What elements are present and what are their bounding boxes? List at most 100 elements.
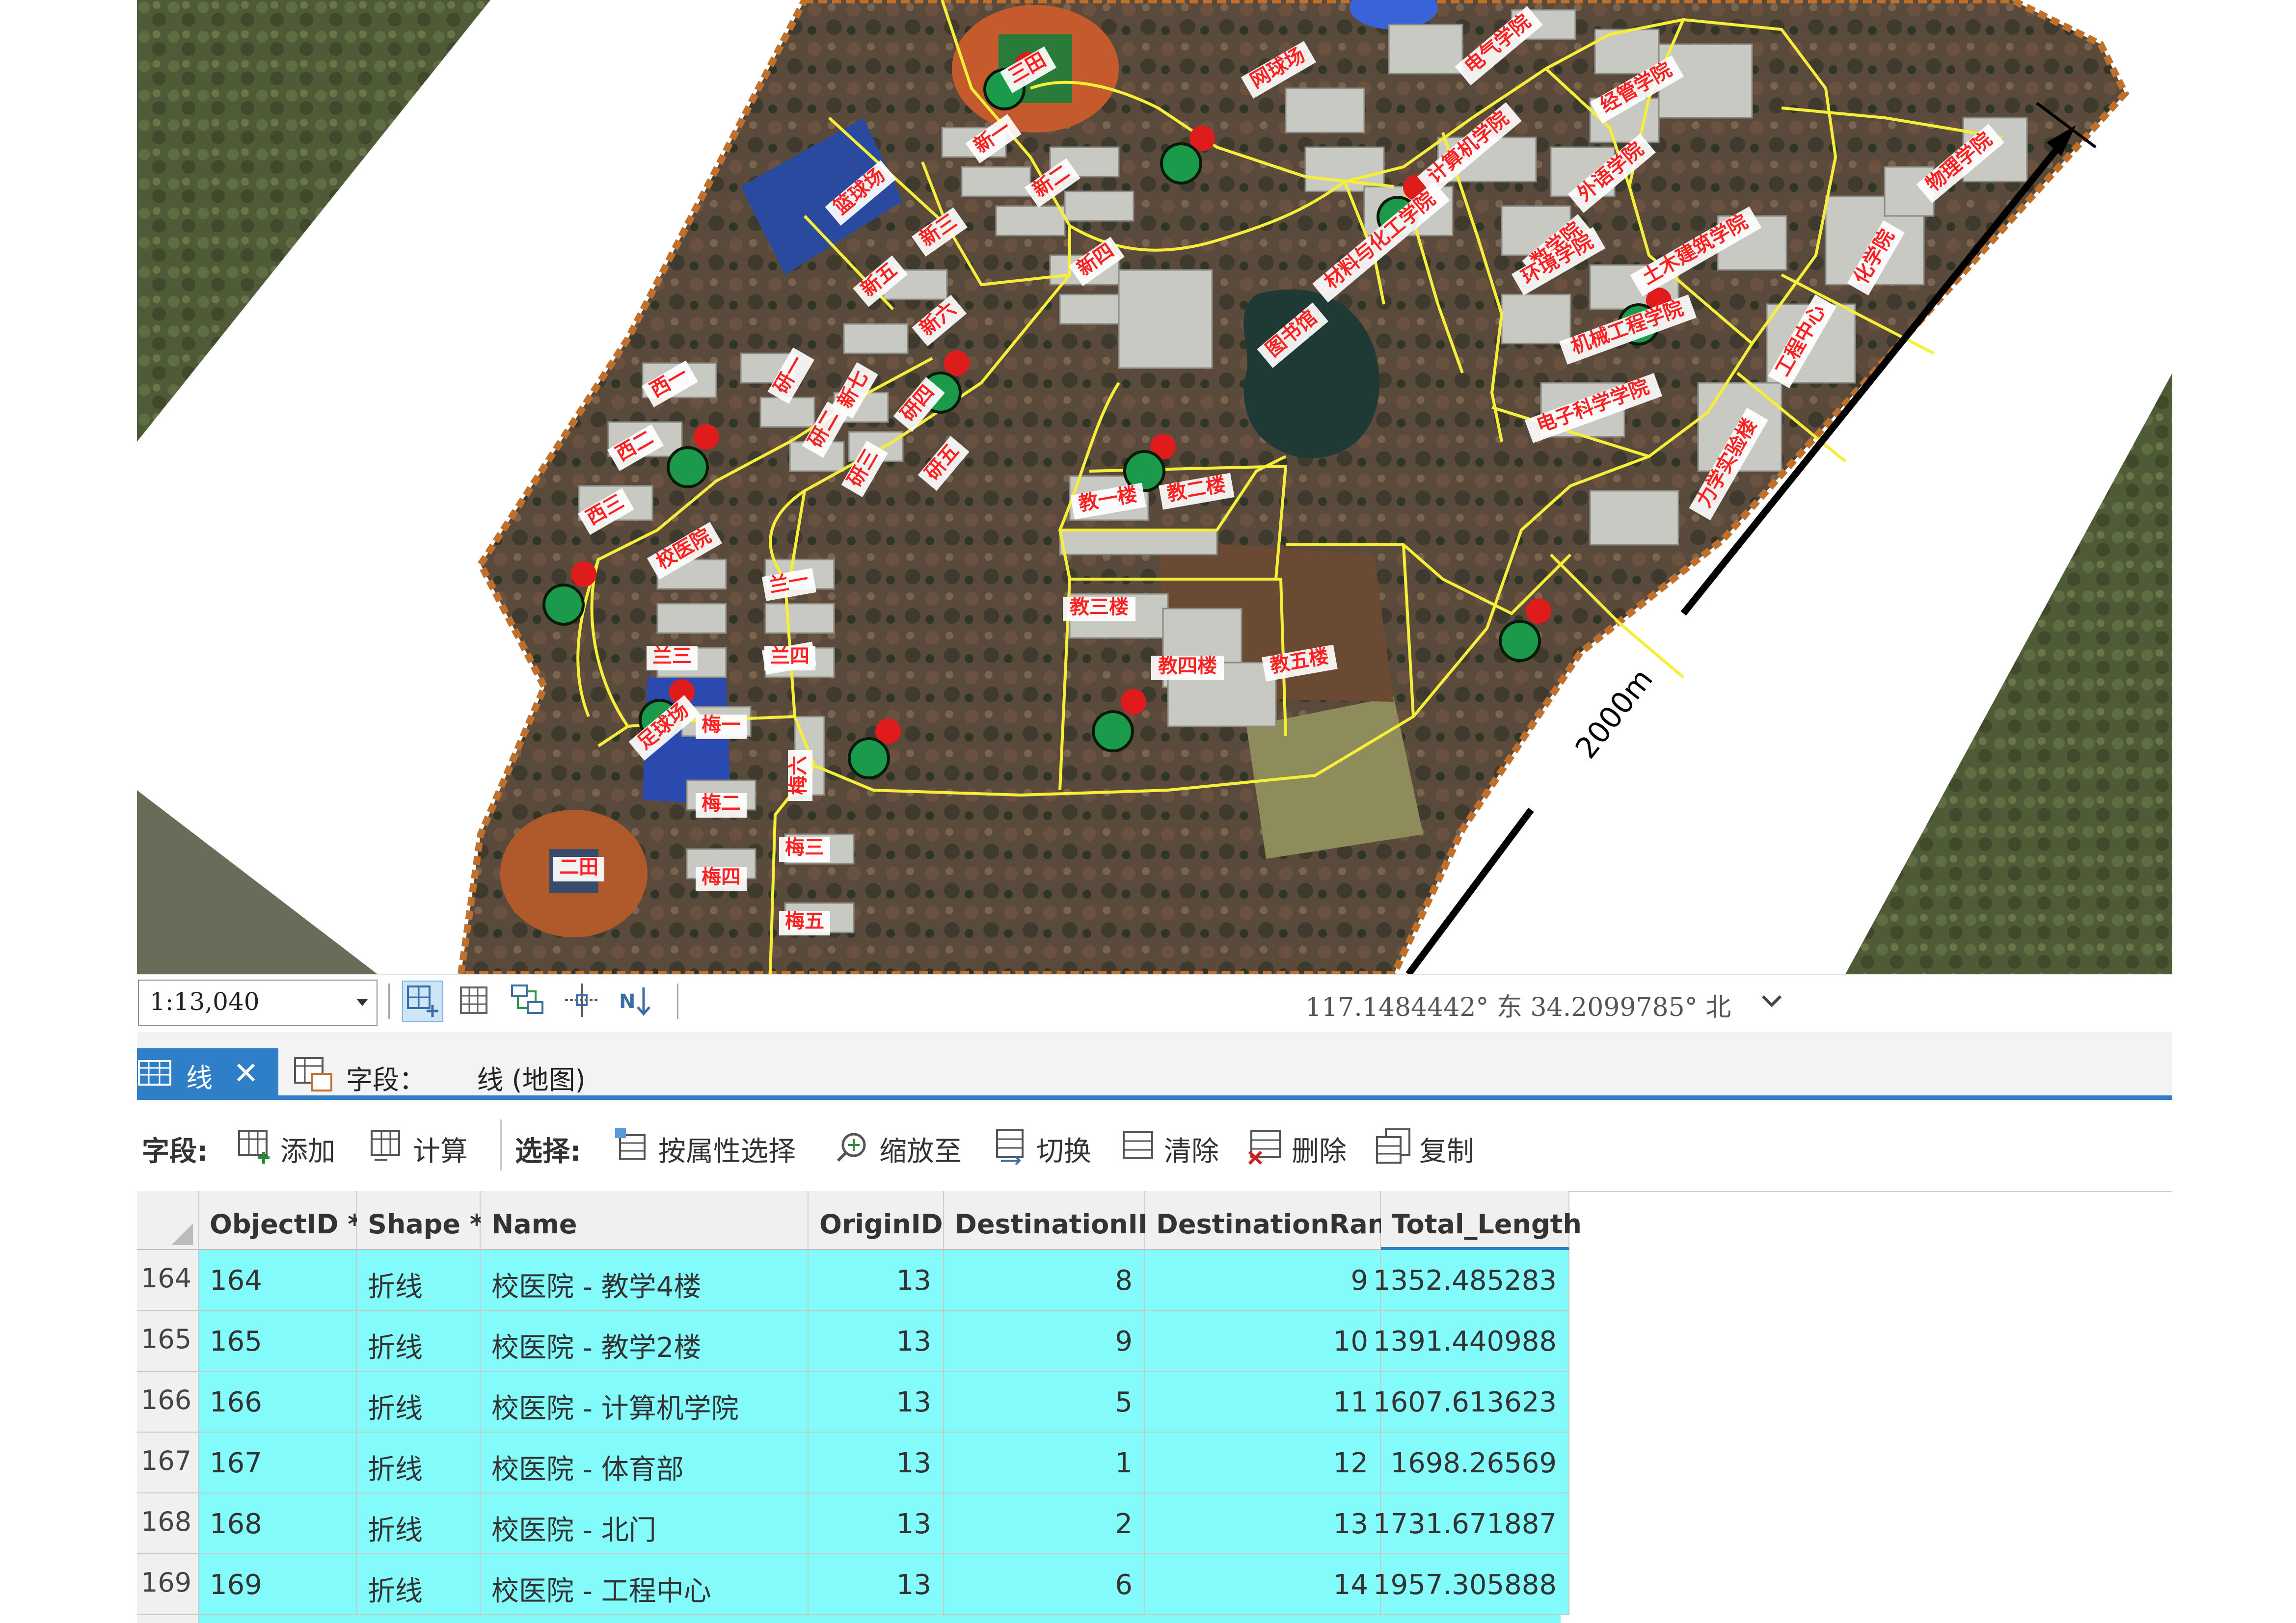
fields-group-label: 字段: [142,1136,208,1168]
scale-value: 1:13,040 [150,987,260,1016]
table-row[interactable]: 166 166 折线 校医院 - 计算机学院 13 5 11 1607.6136… [137,1372,1569,1433]
divider [677,984,678,1019]
cell-value: 168 [210,1508,262,1540]
north-arrow-icon[interactable]: N [616,981,657,1022]
table-row[interactable]: 165 165 折线 校医院 - 教学2楼 13 9 10 1391.44098… [137,1311,1569,1372]
table-row[interactable]: 167 167 折线 校医院 - 体育部 13 1 12 1698.26569 [137,1433,1569,1493]
table-icon [138,1060,171,1086]
cell-destinationid[interactable]: 1 [944,1433,1145,1493]
cell-objectid[interactable]: 168 [199,1493,357,1554]
crosshair-icon[interactable] [562,981,603,1022]
map-view[interactable]: 三田 网球场 篮球场 新一 新二 新三 新四 新五 新六 新七 西一 西二 西三 研一 研二 研三 研四 研五 教一… [137,0,2172,974]
cell-total-length[interactable]: 1607.613623 [1373,1372,1569,1433]
cell-total-length[interactable]: 1698.26569 [1381,1433,1569,1493]
cell-originid[interactable]: 13 [809,1433,944,1493]
button-label: 清除 [1164,1136,1219,1168]
column-header-name[interactable]: Name [481,1191,809,1250]
column-header-destinationrank[interactable]: DestinationRank [1145,1191,1404,1250]
map-canvas[interactable]: 三田 网球场篮球场新一新二新三新四新五新六新七西一西二西三研一研二研三研四研五教一… [137,0,2172,974]
row-header[interactable]: 164 [137,1250,199,1311]
cell-value: 折线 [368,1393,423,1425]
cell-objectid[interactable]: 169 [199,1554,357,1615]
building-label-text: 梅六 [787,756,810,795]
cell-shape[interactable]: 折线 [357,1372,481,1433]
row-header[interactable]: 166 [137,1372,199,1433]
switch-icon [996,1129,1024,1165]
cell-destinationrank[interactable]: 11 [1145,1372,1381,1433]
column-header-objectid[interactable]: ObjectID * [199,1191,361,1250]
column-header-originid[interactable]: OriginID [809,1191,944,1250]
chevron-down-icon[interactable] [1757,986,1786,1016]
cell-destinationrank[interactable]: 13 [1145,1493,1381,1554]
cell-total-length[interactable]: 1352.485283 [1373,1250,1569,1311]
cell-total-length[interactable]: 1391.440988 [1373,1311,1569,1372]
cell-destinationid[interactable]: 8 [944,1250,1145,1311]
svg-text:N: N [619,990,635,1013]
cell-name[interactable]: 校医院 - 工程中心 [481,1554,809,1615]
table-row[interactable]: 164 164 折线 校医院 - 教学4楼 13 8 9 1352.485283 [137,1250,1569,1311]
row-header[interactable]: 167 [137,1433,199,1493]
cell-destinationid[interactable]: 6 [944,1554,1145,1615]
cell-destinationid[interactable]: 9 [944,1311,1145,1372]
attribute-table: ObjectID * Shape * Name OriginID Destina… [137,1191,1582,1623]
cell-partial[interactable] [199,1615,1561,1623]
cell-objectid[interactable]: 164 [199,1250,357,1311]
cell-shape[interactable]: 折线 [357,1554,481,1615]
cell-total-length[interactable]: 1731.671887 [1373,1493,1569,1554]
table-row[interactable]: 168 168 折线 校医院 - 北门 13 2 13 1731.671887 [137,1493,1569,1554]
building-label-text: 梅五 [785,910,824,932]
row-number: 165 [141,1324,192,1355]
row-header[interactable]: 169 [137,1554,199,1615]
column-header-shape[interactable]: Shape * [357,1191,484,1250]
tab-lines-table[interactable]: 线 ✕ [137,1048,278,1095]
cell-destinationrank[interactable]: 10 [1145,1311,1381,1372]
cell-value: 12 [1333,1447,1368,1479]
cell-name[interactable]: 校医院 - 教学2楼 [481,1311,809,1372]
cell-destinationrank[interactable]: 12 [1145,1433,1381,1493]
scale-selector[interactable]: 1:13,040 [138,980,378,1026]
table-row[interactable] [137,1615,1561,1623]
cell-value: 13 [896,1508,931,1540]
close-icon[interactable]: ✕ [233,1055,259,1091]
cell-name[interactable]: 校医院 - 体育部 [481,1433,809,1493]
cell-objectid[interactable]: 166 [199,1372,357,1433]
select-all-corner[interactable] [137,1191,199,1250]
row-header[interactable] [137,1615,199,1623]
cell-destinationid[interactable]: 5 [944,1372,1145,1433]
cell-total-length[interactable]: 1957.305888 [1373,1554,1569,1615]
row-header[interactable]: 165 [137,1311,199,1372]
cell-name[interactable]: 校医院 - 计算机学院 [481,1372,809,1433]
cell-shape[interactable]: 折线 [357,1493,481,1554]
row-number: 166 [141,1384,192,1415]
cell-objectid[interactable]: 167 [199,1433,357,1493]
calculator-icon [371,1130,400,1161]
cell-originid[interactable]: 13 [809,1554,944,1615]
grid-snap-icon[interactable] [402,981,443,1022]
cell-shape[interactable]: 折线 [357,1311,481,1372]
row-header[interactable]: 168 [137,1493,199,1554]
cell-originid[interactable]: 13 [809,1311,944,1372]
cell-value: 169 [210,1569,262,1601]
column-header-destinationid[interactable]: DestinationID [944,1191,1160,1250]
cell-originid[interactable]: 13 [809,1372,944,1433]
cell-originid[interactable]: 13 [809,1250,944,1311]
cell-name[interactable]: 校医院 - 教学4楼 [481,1250,809,1311]
column-header-total-length[interactable]: Total_Length [1381,1191,1582,1250]
chevron-down-icon[interactable] [357,999,368,1006]
cell-destinationrank[interactable]: 14 [1145,1554,1381,1615]
cell-objectid[interactable]: 165 [199,1311,357,1372]
cell-destinationrank[interactable]: 9 [1145,1250,1381,1311]
table-grid-icon[interactable] [454,981,495,1022]
tab-label: 线 [186,1063,213,1093]
cell-shape[interactable]: 折线 [357,1250,481,1311]
cell-originid[interactable]: 13 [809,1493,944,1554]
table-toolbar: 字段: 添加 计算 选择: 按属性选择 缩放至 切换 清除 删除 复制 [137,1100,2172,1192]
button-label: 计算 [413,1136,468,1168]
table-row[interactable]: 169 169 折线 校医院 - 工程中心 13 6 14 1957.30588… [137,1554,1569,1615]
building-label-text: 梅一 [702,714,741,736]
button-label: 复制 [1419,1136,1474,1168]
cell-name[interactable]: 校医院 - 北门 [481,1493,809,1554]
cell-destinationid[interactable]: 2 [944,1493,1145,1554]
snapping-icon[interactable] [508,981,549,1022]
cell-shape[interactable]: 折线 [357,1433,481,1493]
